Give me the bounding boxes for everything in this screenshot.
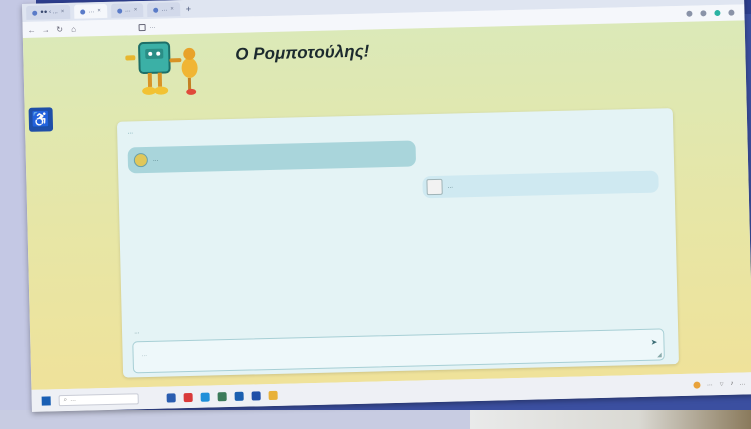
tab-favicon-icon	[32, 10, 38, 16]
edge-icon[interactable]	[200, 392, 210, 402]
background-photo-strip	[470, 410, 751, 429]
windows-start-icon[interactable]	[41, 395, 51, 406]
weather-icon[interactable]	[693, 381, 701, 389]
app-icon[interactable]	[217, 391, 227, 401]
taskbar-search-placeholder: …	[69, 396, 77, 403]
close-icon[interactable]: ×	[134, 7, 138, 13]
chat-header: …	[127, 129, 134, 136]
user-avatar	[426, 178, 443, 196]
tab-label: ●● ‹ ...	[40, 9, 58, 16]
chat-panel: … … … … … ➤ ◢	[116, 108, 679, 378]
window-controls: — □ ✕	[692, 0, 736, 1]
monitor-screen: ●● ‹ ... × … × … × … × + — □ ✕ ← → ↻ ⌂	[22, 0, 751, 412]
clock[interactable]: …	[739, 380, 745, 386]
home-icon[interactable]: ⌂	[69, 24, 79, 33]
new-tab-button[interactable]: +	[186, 4, 192, 14]
chat-input[interactable]: … ➤ ◢	[132, 328, 665, 374]
tab-label: …	[161, 6, 168, 13]
extension-icons	[686, 9, 735, 17]
app-icon[interactable]	[251, 390, 261, 401]
task-view-icon[interactable]	[166, 392, 176, 403]
taskbar-search[interactable]: ⌕ …	[58, 392, 139, 406]
input-label: …	[133, 329, 140, 336]
bot-message-text: …	[152, 156, 159, 163]
accessibility-icon: ♿	[31, 111, 51, 129]
resize-handle-icon[interactable]: ◢	[657, 351, 662, 358]
page-title: Ο Ρομποτούλης!	[235, 41, 370, 64]
menu-icon[interactable]	[728, 9, 735, 16]
folder-icon[interactable]	[268, 390, 278, 400]
user-message-text: …	[447, 183, 454, 190]
back-icon[interactable]: ←	[27, 25, 37, 34]
extension-icon[interactable]	[700, 10, 707, 17]
close-icon[interactable]: ×	[61, 9, 65, 15]
profile-icon[interactable]	[714, 9, 721, 17]
network-icon[interactable]: ⌔	[719, 380, 725, 388]
close-icon[interactable]: ×	[170, 6, 174, 12]
search-icon: ⌕	[63, 396, 68, 403]
system-tray: … ⌔ ♪ …	[693, 379, 746, 389]
web-page: Ο Ρομποτούλης! ♿ … … … … … ➤ ◢	[22, 20, 751, 390]
forward-icon[interactable]: →	[41, 25, 51, 34]
robot-mascot-logo	[125, 41, 198, 95]
bot-message: …	[127, 140, 417, 174]
taskbar-apps	[166, 390, 278, 403]
tab-label: …	[124, 7, 131, 14]
tab-favicon-icon	[80, 8, 86, 15]
tab-label: …	[88, 8, 95, 15]
bot-avatar	[133, 152, 149, 168]
app-icon[interactable]	[234, 391, 244, 401]
url-text: …	[149, 23, 156, 30]
close-icon[interactable]: ×	[97, 8, 101, 14]
maximize-button[interactable]: □	[712, 0, 717, 1]
app-icon[interactable]	[183, 392, 193, 402]
tab-1[interactable]: ●● ‹ ... ×	[26, 4, 71, 20]
minimize-button[interactable]: —	[692, 0, 700, 1]
send-icon[interactable]: ➤	[651, 338, 658, 347]
tab-favicon-icon	[153, 7, 159, 13]
tab-4[interactable]: … ×	[147, 2, 181, 17]
tab-favicon-icon	[116, 8, 122, 14]
tab-3[interactable]: … ×	[110, 3, 144, 18]
lock-icon	[138, 23, 146, 31]
user-message: …	[422, 170, 659, 199]
volume-icon[interactable]: ♪	[730, 381, 733, 387]
extension-icon[interactable]	[686, 10, 693, 17]
accessibility-button[interactable]: ♿	[28, 107, 54, 132]
reload-icon[interactable]: ↻	[55, 24, 65, 34]
weather-text: …	[706, 381, 713, 388]
chat-input-placeholder: …	[141, 352, 148, 359]
tab-2[interactable]: … ×	[74, 3, 107, 19]
